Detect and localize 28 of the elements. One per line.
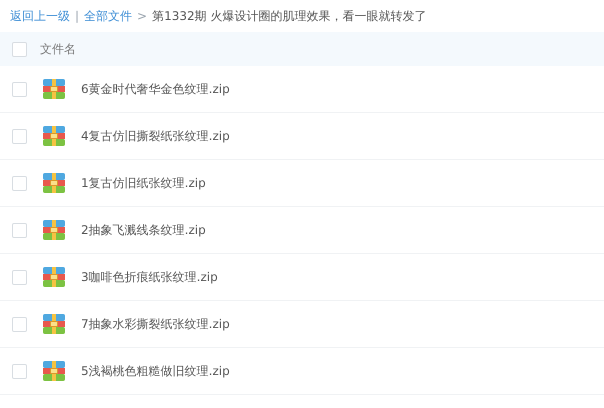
archive-icon [43,126,65,146]
row-checkbox[interactable] [12,128,27,144]
row-checkbox[interactable] [12,82,27,96]
back-link[interactable]: 返回上一级 [10,8,70,24]
column-header: 文件名 [40,40,76,58]
row-checkbox[interactable] [12,316,27,332]
file-name[interactable]: 5浅褐桃色粗糙做旧纹理.zip [81,362,230,380]
archive-icon [43,79,65,99]
file-name[interactable]: 7抽象水彩撕裂纸张纹理.zip [81,316,230,332]
archive-icon [43,220,65,240]
row-checkbox[interactable] [12,270,27,284]
file-name[interactable]: 1复古仿旧纸张纹理.zip [81,174,206,192]
archive-icon [43,267,65,287]
archive-icon [43,361,65,381]
current-folder: 第1332期 火爆设计圈的肌理效果，看一眼就转发了 [152,8,426,24]
archive-icon [43,314,65,334]
archive-icon [43,173,65,193]
breadcrumb-arrow: > [137,9,148,23]
row-checkbox[interactable] [12,222,27,238]
all-files-link[interactable]: 全部文件 [84,8,132,24]
file-name[interactable]: 4复古仿旧撕裂纸张纹理.zip [81,128,230,144]
select-all-checkbox[interactable] [12,42,27,56]
separator: | [75,9,80,23]
row-checkbox[interactable] [12,364,27,378]
file-name[interactable]: 6黄金时代奢华金色纹理.zip [81,80,230,98]
row-checkbox[interactable] [12,176,27,190]
file-name[interactable]: 2抽象飞溅线条纹理.zip [81,222,206,238]
file-name[interactable]: 3咖啡色折痕纸张纹理.zip [81,268,218,286]
